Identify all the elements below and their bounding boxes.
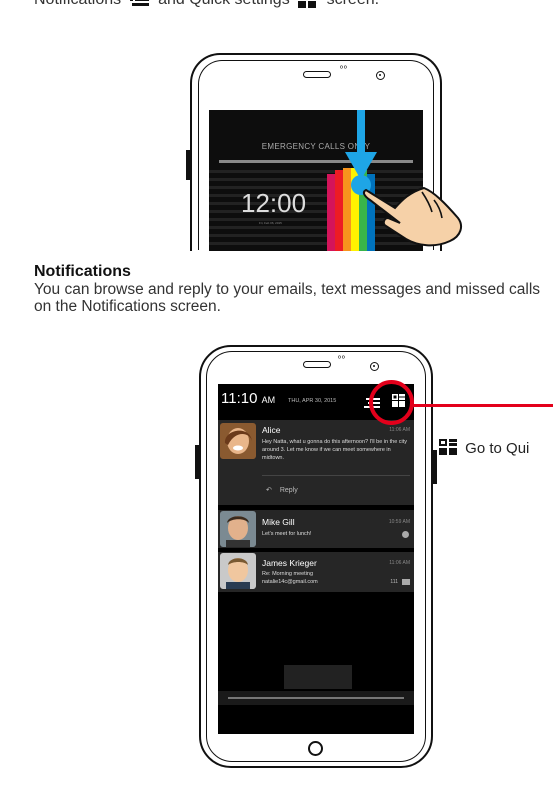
notification-time: 11:06 AM bbox=[389, 560, 410, 566]
notification-message: Hey Natta, what u gonna do this afternoo… bbox=[262, 439, 408, 461]
intro-line: Notifications and Quick settings screen. bbox=[34, 0, 379, 9]
intro-suffix: screen. bbox=[327, 0, 379, 8]
home-button[interactable] bbox=[308, 741, 323, 756]
quick-settings-icon bbox=[439, 439, 457, 459]
swipe-gesture bbox=[345, 110, 463, 247]
notification-email: natalie14c@gmail.com bbox=[262, 579, 318, 585]
avatar-mike-gill bbox=[220, 511, 256, 547]
callout-label: Go to Qui bbox=[439, 439, 529, 459]
status-time: 11:10 AM bbox=[221, 390, 276, 407]
lock-screen-date: Fri, Feb 06, 2015 bbox=[259, 221, 282, 225]
notification-alice[interactable]: Alice 11:06 AM Hey Natta, what u gonna d… bbox=[218, 420, 414, 505]
intro-prefix: Notifications bbox=[34, 0, 121, 8]
intro-middle: and Quick settings bbox=[158, 0, 290, 8]
notification-count: 111 bbox=[390, 579, 398, 585]
notification-message: Re: Morning meeting bbox=[262, 571, 314, 577]
quick-settings-icon bbox=[298, 0, 318, 8]
section-heading: Notifications bbox=[34, 263, 131, 280]
status-ampm: AM bbox=[261, 395, 276, 405]
phone-2-speaker bbox=[303, 361, 331, 368]
reply-icon: ↶ bbox=[266, 487, 272, 494]
divider bbox=[262, 475, 410, 476]
drag-handle[interactable] bbox=[228, 697, 404, 699]
notification-name: James Krieger bbox=[262, 558, 317, 568]
highlight-circle bbox=[369, 380, 414, 425]
finger-hand-icon bbox=[362, 186, 463, 247]
phone-2-sensors: ºº bbox=[338, 354, 346, 363]
avatar-james-krieger bbox=[220, 553, 256, 589]
phone-1-speaker bbox=[303, 71, 331, 78]
notifications-menu-icon bbox=[129, 0, 150, 8]
notification-time: 11:06 AM bbox=[389, 427, 410, 433]
notifications-screen: 11:10 AM THU, APR 30, 2015 Alice 11:06 A… bbox=[218, 384, 414, 734]
notification-name: Alice bbox=[262, 425, 281, 435]
email-icon bbox=[402, 579, 410, 585]
phone-1-sensors: ºº bbox=[340, 64, 348, 73]
status-date: THU, APR 30, 2015 bbox=[288, 398, 337, 404]
callout-text: Go to Qui bbox=[465, 440, 530, 457]
phone-2-camera bbox=[370, 362, 379, 371]
notification-time: 10:59 AM bbox=[388, 519, 410, 525]
lock-screen-clock: 12:00 bbox=[241, 188, 307, 218]
callout-line bbox=[413, 404, 553, 407]
notification-name: Mike Gill bbox=[262, 517, 295, 527]
bottom-panel bbox=[284, 665, 352, 689]
phone-2-side-button bbox=[195, 445, 199, 479]
avatar-alice bbox=[220, 423, 256, 459]
phone-2-side-button-right bbox=[433, 450, 437, 484]
notification-mike-gill[interactable]: Mike Gill 10:59 AM Let's meet for lunch! bbox=[218, 510, 414, 548]
phone-1-camera bbox=[376, 71, 385, 80]
arrow-shaft bbox=[357, 110, 365, 155]
notification-message: Let's meet for lunch! bbox=[262, 531, 312, 537]
section-body: You can browse and reply to your emails,… bbox=[34, 281, 541, 315]
reply-button[interactable]: ↶ Reply bbox=[266, 486, 298, 494]
message-icon bbox=[402, 531, 409, 538]
notification-james-krieger[interactable]: James Krieger 11:06 AM Re: Morning meeti… bbox=[218, 552, 414, 592]
phone-1-side-button bbox=[186, 150, 190, 180]
